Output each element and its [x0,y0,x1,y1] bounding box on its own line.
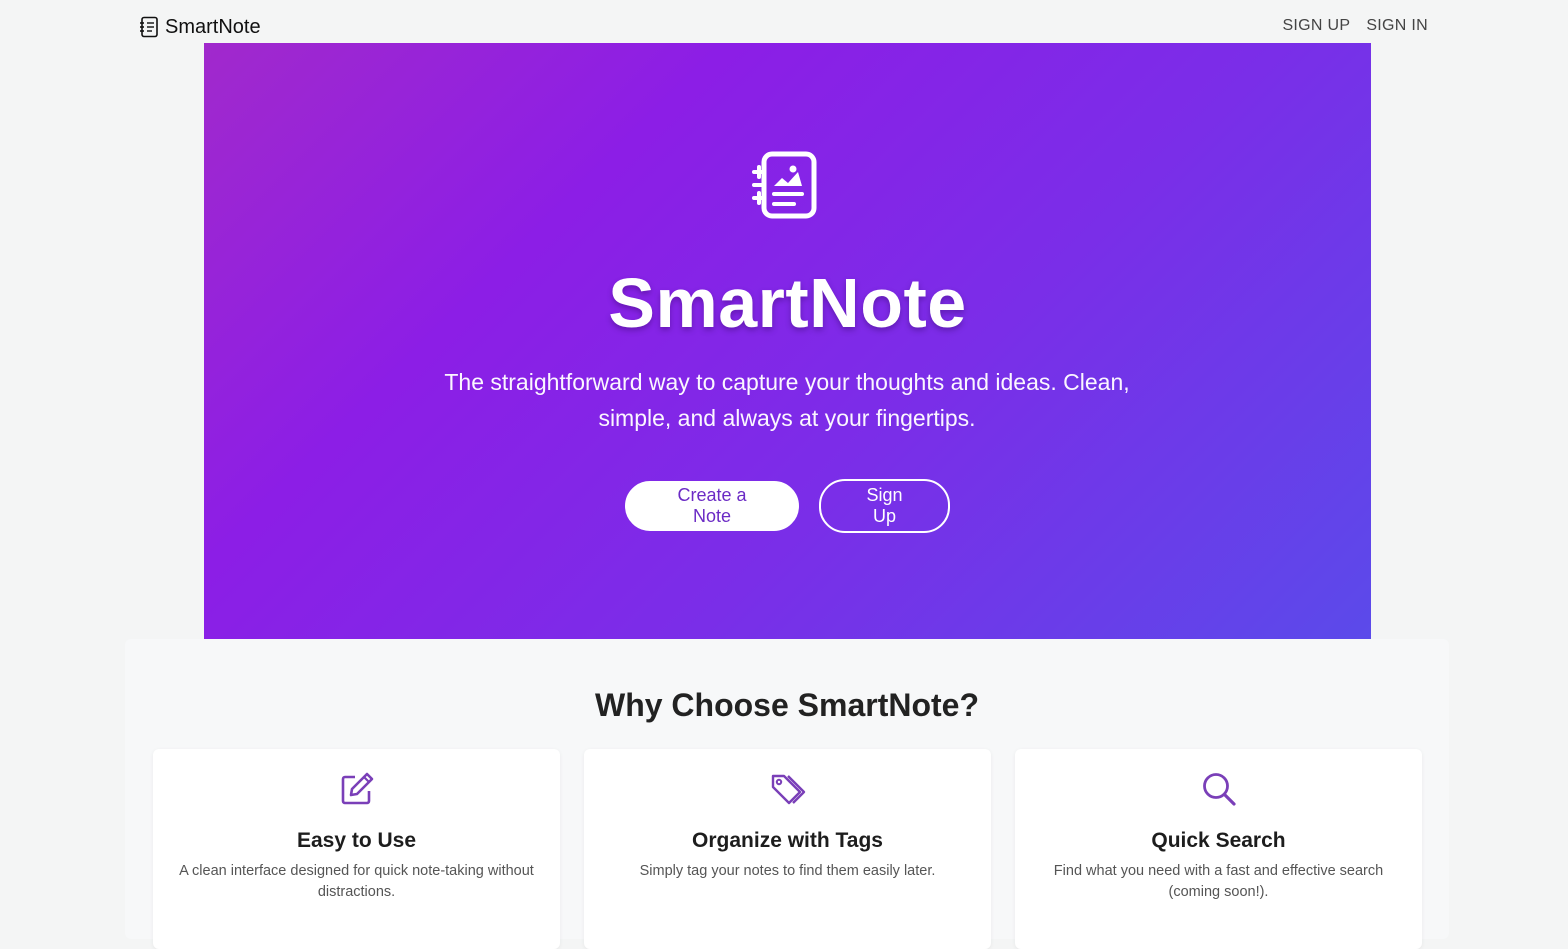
hero-title: SmartNote [608,264,967,342]
feature-card-quick-search: Quick Search Find what you need with a f… [1015,749,1422,949]
hero-section: SmartNote The straightforward way to cap… [204,43,1371,639]
features-title: Why Choose SmartNote? [594,687,980,723]
feature-text: Find what you need with a fast and effec… [1053,863,1384,900]
nav-sign-in-link[interactable]: SIGN IN [1366,17,1428,35]
feature-title: Easy to Use [296,829,417,852]
sign-up-button[interactable]: Sign Up [819,479,950,533]
features-section: Why Choose SmartNote? Easy to Use A clea… [125,639,1449,949]
top-nav: SIGN UP SIGN IN [1282,17,1428,35]
tag-icon [771,774,806,805]
hero-actions: Create a Note Sign Up [204,479,1371,533]
search-icon [1203,773,1236,806]
nav-sign-up-link[interactable]: SIGN UP [1282,17,1350,35]
notebook-icon [752,151,817,219]
create-note-button[interactable]: Create a Note [625,481,799,531]
brand-name: SmartNote [165,16,261,38]
feature-text: Simply tag your notes to find them easil… [639,863,936,879]
hero-subtitle: The straightforward way to capture your … [444,369,1130,431]
brand-link[interactable]: SmartNote [139,15,261,39]
feature-cards: Easy to Use A clean interface designed f… [153,749,1422,949]
feature-title: Organize with Tags [692,829,883,852]
feature-card-organize-with-tags: Organize with Tags Simply tag your notes… [584,749,991,949]
top-navbar: SmartNote SIGN UP SIGN IN [0,0,1568,43]
feature-card-easy-to-use: Easy to Use A clean interface designed f… [153,749,560,949]
edit-icon [341,772,374,805]
notebook-icon [140,16,158,38]
feature-text: A clean interface designed for quick not… [179,863,534,900]
feature-title: Quick Search [1151,829,1286,852]
